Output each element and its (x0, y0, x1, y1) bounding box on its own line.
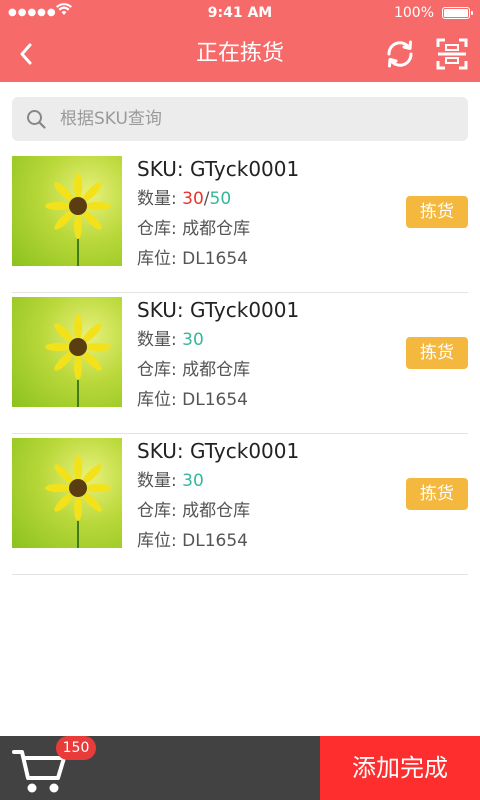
cart-button[interactable]: 150 (12, 736, 96, 796)
pick-button[interactable]: 拣货 (406, 478, 468, 510)
location-value: DL1654 (182, 249, 248, 269)
sku-list: SKU: GTyck0001 数量: 30/50 仓库: 成都仓库 库位: DL… (12, 152, 468, 575)
warehouse-label: 仓库: (137, 501, 183, 521)
warehouse-line: 仓库: 成都仓库 (137, 496, 397, 526)
warehouse-label: 仓库: (137, 360, 183, 380)
sku-value: GTyck0001 (190, 298, 300, 322)
sku-value: GTyck0001 (190, 439, 300, 463)
location-label: 库位: (137, 390, 183, 410)
list-item: SKU: GTyck0001 数量: 30 仓库: 成都仓库 库位: DL165… (12, 434, 468, 575)
pick-button[interactable]: 拣货 (406, 337, 468, 369)
sku-value: GTyck0001 (190, 157, 300, 181)
warehouse-label: 仓库: (137, 219, 183, 239)
warehouse-value: 成都仓库 (182, 360, 251, 380)
item-info: SKU: GTyck0001 数量: 30 仓库: 成都仓库 库位: DL165… (137, 436, 397, 556)
cart-area: 150 (0, 736, 320, 800)
location-value: DL1654 (182, 390, 248, 410)
product-image (12, 438, 122, 548)
scan-button[interactable] (434, 36, 470, 72)
scan-icon (436, 38, 468, 70)
qty-line: 数量: 30 (137, 325, 397, 355)
item-info: SKU: GTyck0001 数量: 30/50 仓库: 成都仓库 库位: DL… (137, 154, 397, 274)
nav-bar: 正在拣货 (0, 26, 480, 82)
location-value: DL1654 (182, 531, 248, 551)
location-label: 库位: (137, 531, 183, 551)
qty-label: 数量: (137, 330, 183, 350)
product-image (12, 297, 122, 407)
qty-label: 数量: (137, 189, 183, 209)
bottom-bar: 150 添加完成 (0, 736, 480, 800)
qty-line: 数量: 30 (137, 466, 397, 496)
location-line: 库位: DL1654 (137, 385, 397, 415)
cart-count-badge: 150 (56, 736, 96, 760)
sku-line: SKU: GTyck0001 (137, 295, 397, 325)
battery-icon (442, 7, 473, 19)
sku-line: SKU: GTyck0001 (137, 436, 397, 466)
list-item: SKU: GTyck0001 数量: 30 仓库: 成都仓库 库位: DL165… (12, 293, 468, 434)
battery-percentage: 100% (393, 5, 434, 21)
add-complete-button[interactable]: 添加完成 (320, 736, 480, 800)
status-bar: ●●●●● 9:41 AM 100% (0, 0, 480, 26)
search-input[interactable] (58, 108, 442, 130)
search-bar (12, 97, 468, 141)
qty-label: 数量: (137, 471, 183, 491)
refresh-icon (387, 40, 413, 68)
qty-total: 30 (182, 471, 204, 491)
pick-button[interactable]: 拣货 (406, 196, 468, 228)
warehouse-value: 成都仓库 (182, 219, 251, 239)
warehouse-value: 成都仓库 (182, 501, 251, 521)
item-info: SKU: GTyck0001 数量: 30 仓库: 成都仓库 库位: DL165… (137, 295, 397, 415)
qty-line: 数量: 30/50 (137, 184, 397, 214)
sku-label: SKU: (137, 298, 191, 322)
location-line: 库位: DL1654 (137, 244, 397, 274)
search-icon (27, 110, 46, 129)
list-item: SKU: GTyck0001 数量: 30/50 仓库: 成都仓库 库位: DL… (12, 152, 468, 293)
refresh-button[interactable] (382, 36, 418, 72)
sku-label: SKU: (137, 439, 191, 463)
warehouse-line: 仓库: 成都仓库 (137, 355, 397, 385)
product-image (12, 156, 122, 266)
sku-line: SKU: GTyck0001 (137, 154, 397, 184)
sku-label: SKU: (137, 157, 191, 181)
location-line: 库位: DL1654 (137, 526, 397, 556)
top-bar: ●●●●● 9:41 AM 100% 正在拣货 (0, 0, 480, 82)
qty-picked: 30 (182, 189, 204, 209)
location-label: 库位: (137, 249, 183, 269)
qty-total: 30 (182, 330, 204, 350)
qty-total: 50 (209, 189, 232, 209)
warehouse-line: 仓库: 成都仓库 (137, 214, 397, 244)
